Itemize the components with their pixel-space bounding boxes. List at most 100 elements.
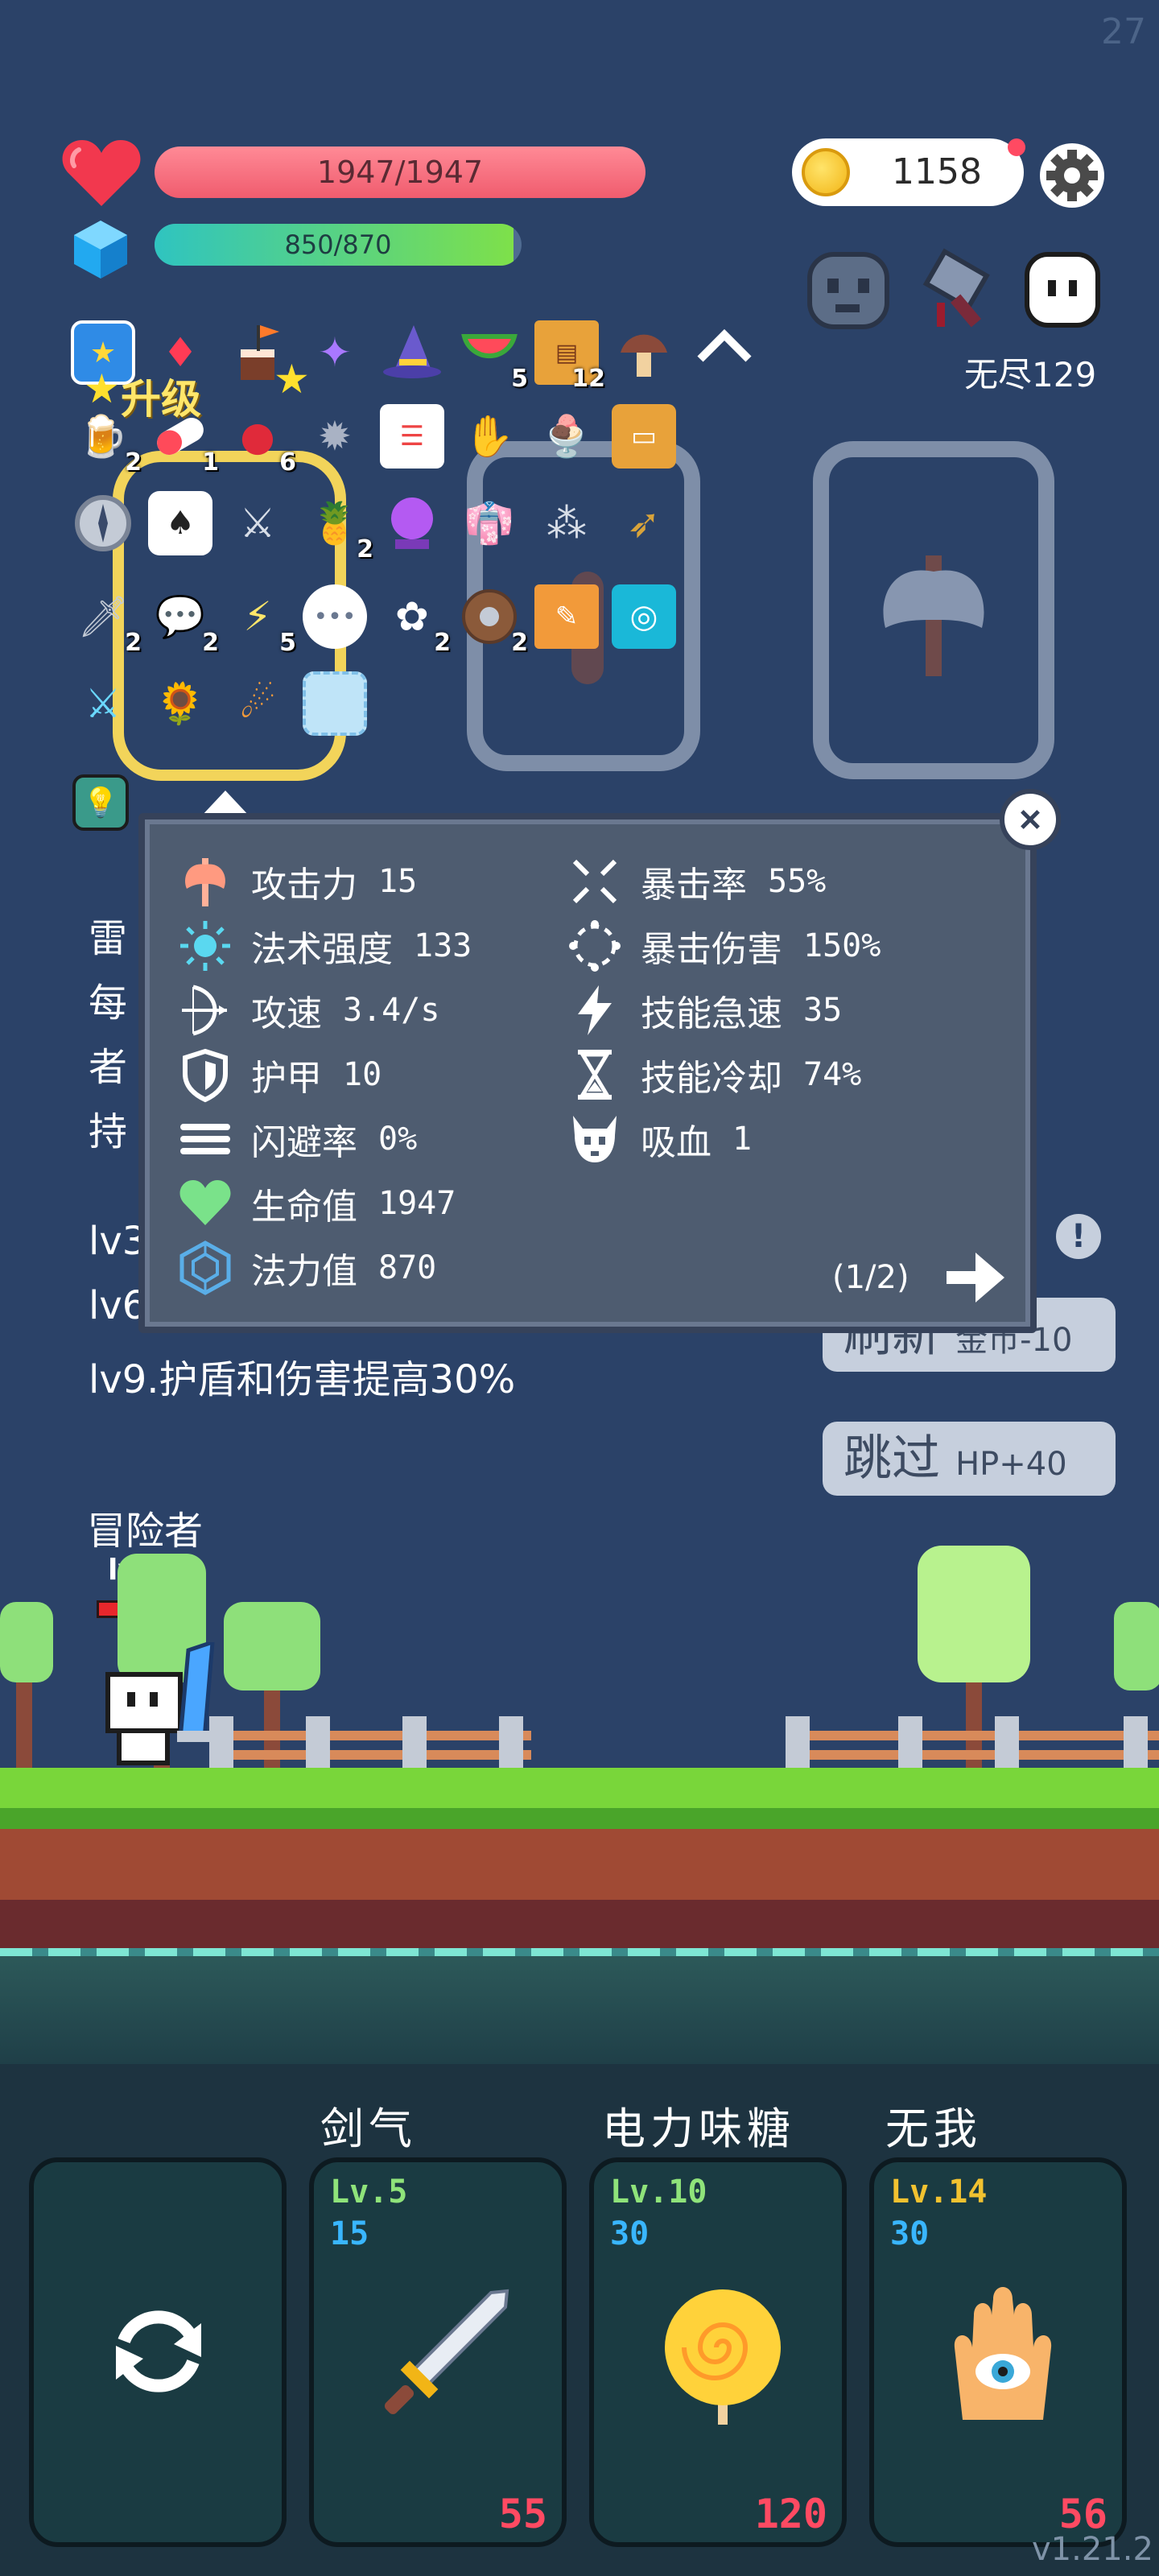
hourglass-icon xyxy=(578,1050,612,1100)
stat-attack-speed-value: 3.4/s xyxy=(343,992,440,1029)
stat-dodge: 闪避率 0% xyxy=(177,1111,417,1167)
fence-icon xyxy=(209,1716,531,1773)
desc-lv9: lv9.护盾和伤害提高30% xyxy=(89,1357,516,1402)
dagger-item[interactable]: 🗡 2 xyxy=(71,584,142,658)
refresh-skills-card[interactable] xyxy=(29,2157,287,2547)
enemy-cleaver-icon[interactable] xyxy=(913,246,1000,333)
enemy-blob-icon[interactable] xyxy=(1019,246,1106,333)
empty-slot-item[interactable] xyxy=(303,671,367,736)
warning-icon[interactable]: ! xyxy=(1056,1214,1101,1259)
desc-line-1: 雷 xyxy=(89,916,128,961)
skip-button[interactable]: 跳过 HP+40 xyxy=(823,1422,1116,1496)
compass-item[interactable] xyxy=(71,491,135,555)
cards-item[interactable]: ♠ xyxy=(148,491,212,555)
stat-crit-rate-value: 55% xyxy=(768,863,827,900)
round-shield-item[interactable]: 2 xyxy=(457,584,528,657)
lightbulb-item[interactable]: 💡 xyxy=(72,774,129,831)
molecule-item[interactable]: ⁂ xyxy=(534,491,599,555)
water xyxy=(0,1951,1159,2064)
flower-item[interactable]: ✿ 2 xyxy=(380,584,451,657)
haste-icon xyxy=(578,985,612,1035)
refresh-icon xyxy=(116,2310,201,2392)
hero-name: 冒险者 xyxy=(87,1509,204,1554)
skill-2-level: Lv.10 xyxy=(610,2174,707,2211)
endless-stage-label: 无尽129 xyxy=(964,355,1097,394)
target-item[interactable]: ◎ xyxy=(612,584,676,649)
skip-label: 跳过 xyxy=(843,1430,940,1487)
sunflower-item[interactable]: 🌻 xyxy=(148,671,212,736)
robe-item[interactable]: 👘 xyxy=(457,491,522,555)
stat-attack-speed-label: 攻速 xyxy=(251,993,322,1034)
chat-bubble-item[interactable]: 💬 2 xyxy=(148,584,219,658)
beer-item[interactable]: 🍺 2 xyxy=(71,404,142,477)
skip-reward: HP+40 xyxy=(955,1446,1067,1483)
crossed-swords-item[interactable]: ⚔ xyxy=(225,491,290,555)
skill-1-mana: 15 xyxy=(330,2215,369,2252)
lightning-sword-item[interactable]: ⚡ 5 xyxy=(225,584,296,657)
skill-1-name: 剑气 xyxy=(320,2103,417,2154)
stat-attack-label: 攻击力 xyxy=(251,865,357,906)
flower-count: 2 xyxy=(434,629,451,657)
apple-item[interactable]: ● 6 xyxy=(225,404,296,477)
briefcase-item[interactable]: ▭ xyxy=(612,404,676,469)
heart-icon xyxy=(62,140,141,206)
notification-dot xyxy=(1008,138,1025,156)
ice-sword-item[interactable]: ⚔ xyxy=(71,671,135,736)
wizard-hat-item[interactable] xyxy=(380,320,444,385)
ground-dirt xyxy=(0,1829,1159,1900)
arrow-right-icon[interactable] xyxy=(943,1249,1008,1306)
speech-bubble-item[interactable]: ••• xyxy=(303,584,367,649)
pill-item[interactable]: 1 xyxy=(148,404,219,477)
skill-3-name: 无我 xyxy=(885,2103,982,2154)
spiked-ball-item[interactable]: ✹ xyxy=(303,404,367,469)
stat-dodge-value: 0% xyxy=(378,1121,418,1158)
lightning-sword-count: 5 xyxy=(279,629,296,657)
mana-gem-icon xyxy=(179,1241,231,1295)
stat-spell-power-value: 133 xyxy=(414,927,472,964)
crossbow-item[interactable]: ➶ xyxy=(612,491,676,555)
watermelon-count: 5 xyxy=(511,365,528,393)
sun-icon xyxy=(180,921,230,971)
ground-dirt-deep xyxy=(0,1900,1159,1951)
beer-count: 2 xyxy=(125,448,142,477)
purple-sparkle-item[interactable]: ✦ xyxy=(303,320,367,385)
crit-icon xyxy=(572,859,617,904)
skill-2-cost: 120 xyxy=(754,2491,827,2537)
skill-card-2[interactable]: Lv.10 30 120 xyxy=(589,2157,847,2547)
skill-card-1[interactable]: Lv.5 15 55 xyxy=(309,2157,567,2547)
axe-icon xyxy=(185,858,225,906)
scroll-item[interactable]: ✎ xyxy=(534,584,599,649)
page-indicator: (1/2) xyxy=(832,1259,909,1296)
stat-cooldown: 技能冷却 74% xyxy=(567,1046,861,1103)
mushroom-item[interactable] xyxy=(612,320,676,385)
checklist-item[interactable]: ☰ xyxy=(380,404,444,469)
book-count: 12 xyxy=(571,365,605,393)
crystal-ball-item[interactable] xyxy=(380,491,444,555)
skill-1-cost: 55 xyxy=(498,2491,547,2537)
glove-item[interactable]: ✋ xyxy=(457,404,522,469)
ice-cream-item[interactable]: 🍨 xyxy=(534,404,599,469)
stat-spell-power-label: 法术强度 xyxy=(251,929,393,970)
stat-crit-rate: 暴击率 55% xyxy=(567,853,826,910)
gear-icon[interactable] xyxy=(1038,142,1106,209)
mana-gem-icon xyxy=(74,221,127,279)
axe-silhouette-icon xyxy=(883,555,984,676)
shield-icon xyxy=(183,1048,228,1103)
meteor-item[interactable]: ☄ xyxy=(225,671,290,736)
shield-count: 2 xyxy=(511,629,528,657)
skill-card-3[interactable]: Lv.14 30 56 xyxy=(869,2157,1127,2547)
fps-counter: 27 xyxy=(1101,11,1146,52)
collapse-chevron-icon[interactable] xyxy=(692,322,757,370)
close-icon[interactable] xyxy=(1000,789,1061,850)
skill-2-mana: 30 xyxy=(610,2215,650,2252)
mp-bar-text: 850/870 xyxy=(284,229,392,260)
tree-icon xyxy=(0,1602,53,1771)
stat-mana-value: 870 xyxy=(378,1249,437,1286)
enemy-ghost-icon[interactable] xyxy=(805,246,892,333)
skill-2-name: 电力味糖 xyxy=(602,2103,795,2154)
pineapple-item[interactable]: 🍍 2 xyxy=(303,491,373,564)
water-surface xyxy=(0,1948,1159,1956)
watermelon-item[interactable]: 5 xyxy=(457,320,528,393)
apple-count: 6 xyxy=(279,448,296,477)
book-item[interactable]: ▤ 12 xyxy=(534,320,605,393)
